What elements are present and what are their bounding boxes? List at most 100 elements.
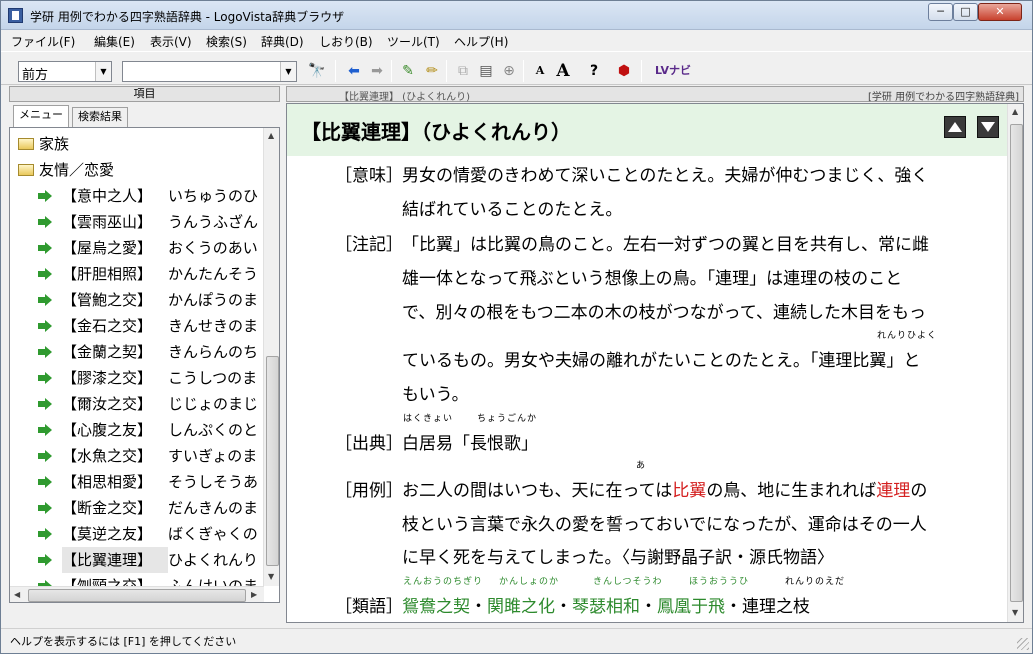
tree-item[interactable]: 【相思相愛】 そうしそうあ [38,469,273,495]
synonym-link[interactable]: 琴瑟相和 [572,597,640,617]
content-vertical-scrollbar[interactable]: ▲ ▼ [1007,104,1023,622]
minimize-button[interactable]: ─ [928,3,953,21]
scroll-down-icon[interactable]: ▼ [268,572,274,581]
usage-text: 枝という言葉で永久の愛を誓っておいでになったが、運命はその一人 [402,515,927,535]
tree-item-keyword: 【雲雨巫山】 [62,213,153,231]
menu-tools[interactable]: ツール(T) [387,33,440,50]
tab-search-results[interactable]: 検索結果 [72,107,128,127]
menu-edit[interactable]: 編集(E) [94,33,135,50]
tree-item-keyword: 【莫逆之友】 [62,525,153,543]
tree-item-keyword: 【心腹之友】 [62,421,153,439]
scroll-up-icon[interactable]: ▲ [1012,107,1018,116]
app-icon [8,8,23,23]
pencil-icon[interactable]: ✏ [421,61,443,81]
tree-item[interactable]: 【屋烏之愛】 おくうのあい [38,235,273,261]
search-mode-select[interactable]: 前方 ▼ [18,61,112,83]
tree-item-keyword: 【膠漆之交】 [62,369,153,387]
scroll-up-icon[interactable]: ▲ [268,131,274,140]
previous-entry-button[interactable] [944,116,966,138]
chevron-down-icon[interactable]: ▼ [280,62,296,81]
maximize-button[interactable]: □ [953,3,978,21]
scroll-left-icon[interactable]: ◀ [14,590,20,599]
title-bar: 学研 用例でわかる四字熟語辞典 - LogoVista辞典ブラウザ ─ □ ✕ [1,1,1032,30]
menu-search[interactable]: 検索(S) [206,33,247,50]
tree-item-reading: すいぎょのま [168,447,258,465]
toolbar-separator [641,60,642,82]
forward-arrow-icon[interactable]: ➡ [366,61,388,81]
dictionary-source: [学研 用例でわかる四字熟語辞典] [868,92,1019,103]
close-button[interactable]: ✕ [978,3,1022,21]
synonym-label: ［類語］ [335,597,403,617]
tree-item[interactable]: 【水魚之交】 すいぎょのま [38,443,273,469]
scroll-thumb[interactable] [28,589,246,602]
tree-item[interactable]: 【金蘭之契】 きんらんのち [38,339,273,365]
copy-icon[interactable]: ⧉ [452,61,474,81]
arrow-right-icon [38,424,52,436]
tree-item-reading: おくうのあい [168,239,258,257]
search-input[interactable]: ▼ [122,61,297,82]
tree-item[interactable]: 【肝胆相照】 かんたんそう [38,261,273,287]
tree-item-keyword: 【意中之人】 [62,187,153,205]
marker-pen-icon[interactable]: ✎ [397,61,419,81]
tree-item[interactable]: 【爾汝之交】 じじょのまじ [38,391,273,417]
arrow-right-icon [38,398,52,410]
tree-item[interactable]: 【金石之交】 きんせきのま [38,313,273,339]
tree-item-keyword: 【相思相愛】 [62,473,153,491]
tree-item[interactable]: 【雲雨巫山】 うんうふざん [38,209,273,235]
synonym-link[interactable]: 鴛鴦之契 [402,597,470,617]
menu-bookmark[interactable]: しおり(B) [319,33,373,50]
tree-item[interactable]: 【心腹之友】 しんぷくのと [38,417,273,443]
tree-item[interactable]: 【膠漆之交】 こうしつのま [38,365,273,391]
print-icon[interactable]: ▤ [475,61,497,81]
tree-horizontal-scrollbar[interactable]: ◀ ▶ [10,586,264,602]
scroll-down-icon[interactable]: ▼ [1012,608,1018,617]
arrow-right-icon [38,268,52,280]
toolbar: 前方 ▼ ▼ 🔭 ⬅ ➡ ✎ ✏ ⧉ ▤ ⊕ A A ? ⬢ LVナビ [1,51,1032,85]
chevron-down-icon[interactable]: ▼ [95,62,111,81]
synonym-ruby: えんおうのちぎり [403,577,484,587]
tree-item-keyword: 【爾汝之交】 [62,395,153,413]
tree-item[interactable]: 【断金之交】 だんきんのま [38,495,273,521]
toolbar-separator [391,60,392,82]
left-pane-tabs: メニュー 検索結果 [9,105,280,127]
tree-vertical-scrollbar[interactable]: ▲ ▼ [263,128,279,586]
usage-text: お二人の間はいつも、天に在っては比翼の鳥、地に生まれれば連理の [402,476,927,501]
scroll-thumb[interactable] [1010,124,1023,602]
note-label: ［注記］ [335,235,403,255]
next-entry-button[interactable] [977,116,999,138]
tree-item-keyword: 【水魚之交】 [62,447,153,465]
synonym-separator: ・ [470,597,487,617]
toolbar-separator [446,60,447,82]
search-binoculars-icon[interactable]: 🔭 [306,61,328,81]
menu-file[interactable]: ファイル(F) [11,33,75,50]
zoom-icon[interactable]: ⊕ [498,61,520,81]
tab-menu[interactable]: メニュー [13,105,69,127]
tree-item-selected[interactable]: 【比翼連理】 ひよくれんり [38,547,273,573]
back-arrow-icon[interactable]: ⬅ [343,61,365,81]
tree-item[interactable]: 【莫逆之友】 ばくぎゃくの [38,521,273,547]
menu-dictionary[interactable]: 辞典(D) [261,33,304,50]
source-ruby: ちょうごんか [477,414,538,424]
help-cursor-icon[interactable]: ? [583,61,605,81]
tree-folder-label: 家族 [39,135,70,153]
note-ruby: れんりひよく [877,331,938,341]
arrow-right-icon [38,554,52,566]
resize-grip-icon[interactable] [1017,638,1029,650]
tree-item[interactable]: 【管鮑之交】 かんぽうのま [38,287,273,313]
scroll-thumb[interactable] [266,356,279,566]
menu-help[interactable]: ヘルプ(H) [454,33,508,50]
font-smaller-icon[interactable]: A [529,61,551,81]
synonym-link[interactable]: 鳳凰于飛 [657,597,725,617]
tree-folder-friendship[interactable]: 友情／恋愛 [18,158,114,182]
scroll-right-icon[interactable]: ▶ [251,590,257,599]
folder-icon [18,138,34,150]
toolbar-separator [523,60,524,82]
tree-folder-family[interactable]: 家族 [18,132,69,156]
stop-icon[interactable]: ⬢ [613,61,635,81]
menu-view[interactable]: 表示(V) [150,33,192,50]
usage-text-part: の [910,481,928,501]
lv-navi-icon[interactable]: LVナビ [652,61,694,81]
font-larger-icon[interactable]: A [552,61,574,81]
tree-item[interactable]: 【意中之人】 いちゅうのひ [38,183,273,209]
synonym-link[interactable]: 関雎之化 [487,597,555,617]
